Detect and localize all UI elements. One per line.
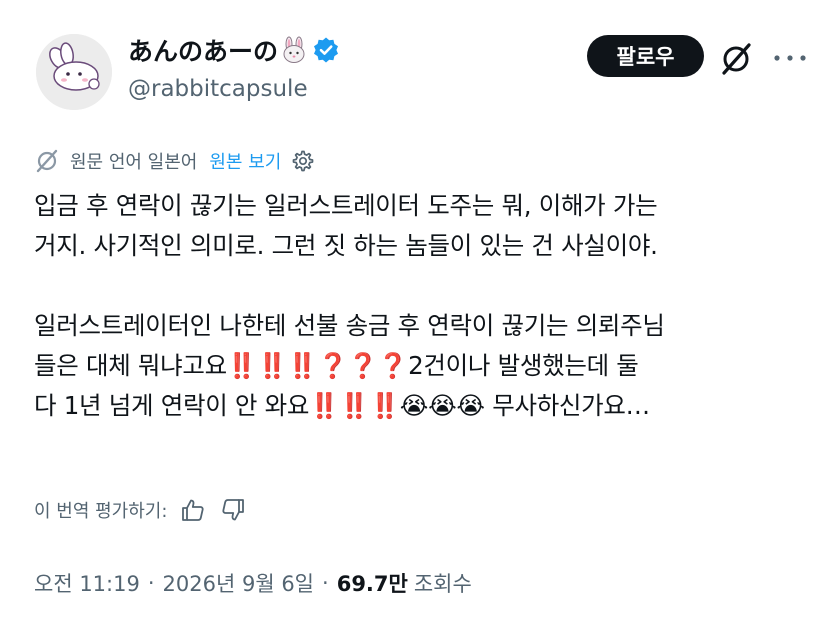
meta-separator: ·: [322, 571, 329, 595]
tweet-time[interactable]: 오전 11:19: [34, 568, 140, 598]
thumbs-up-icon[interactable]: [179, 496, 207, 524]
rate-translation-label: 이 번역 평가하기:: [34, 501, 168, 522]
views-label: 조회수: [413, 572, 472, 596]
rate-translation-bar: 이 번역 평가하기:: [34, 496, 247, 524]
show-original-link[interactable]: 원본 보기: [209, 148, 281, 174]
translation-icon: [36, 149, 58, 173]
tweet-line: 입금 후 연락이 끊기는 일러스트레이터 도주는 뭐, 이해가 가는: [34, 191, 658, 220]
translation-bar: 원문 언어 일본어 원본 보기: [34, 146, 315, 176]
display-name[interactable]: あんのあーの: [128, 32, 340, 68]
thumbs-down-icon[interactable]: [219, 496, 247, 524]
tweet-line: 일러스트레이터인 나한테 선불 송금 후 연락이 끊기는 의뢰주님: [34, 311, 665, 340]
gear-icon[interactable]: [291, 149, 315, 173]
display-name-text[interactable]: あんのあーの: [128, 32, 278, 68]
tweet-meta: 오전 11:19 · 2026년 9월 6일 · 69.7만 조회수: [34, 568, 472, 598]
rabbit-face-icon: [283, 36, 305, 63]
views-count: 69.7만: [336, 572, 408, 596]
slashed-circle-icon[interactable]: [717, 40, 755, 78]
avatar[interactable]: [36, 34, 112, 110]
tweet-date[interactable]: 2026년 9월 6일: [163, 568, 314, 598]
follow-button[interactable]: 팔로우: [587, 35, 704, 77]
tweet-text: 입금 후 연락이 끊기는 일러스트레이터 도주는 뭐, 이해가 가는 거지. 사…: [34, 186, 814, 426]
more-dots-icon[interactable]: [770, 48, 810, 68]
source-language-label: 원문 언어 일본어: [70, 152, 198, 173]
tweet-line: 거지. 사기적인 의미로. 그런 짓 하는 놈들이 있는 건 사실이야.: [34, 231, 658, 260]
tweet-line-blank: [34, 266, 814, 306]
meta-separator: ·: [147, 571, 155, 595]
author-handle[interactable]: @rabbitcapsule: [128, 76, 308, 102]
tweet-line: 들은 대체 뭐냐고요‼️‼️‼️❓❓❓2건이나 발생했는데 둘: [34, 351, 639, 380]
verified-badge-icon[interactable]: [312, 36, 340, 64]
tweet-line: 다 1년 넘게 연락이 안 와요‼️‼️‼️😭😭😭 무사하신가요…: [34, 391, 650, 420]
